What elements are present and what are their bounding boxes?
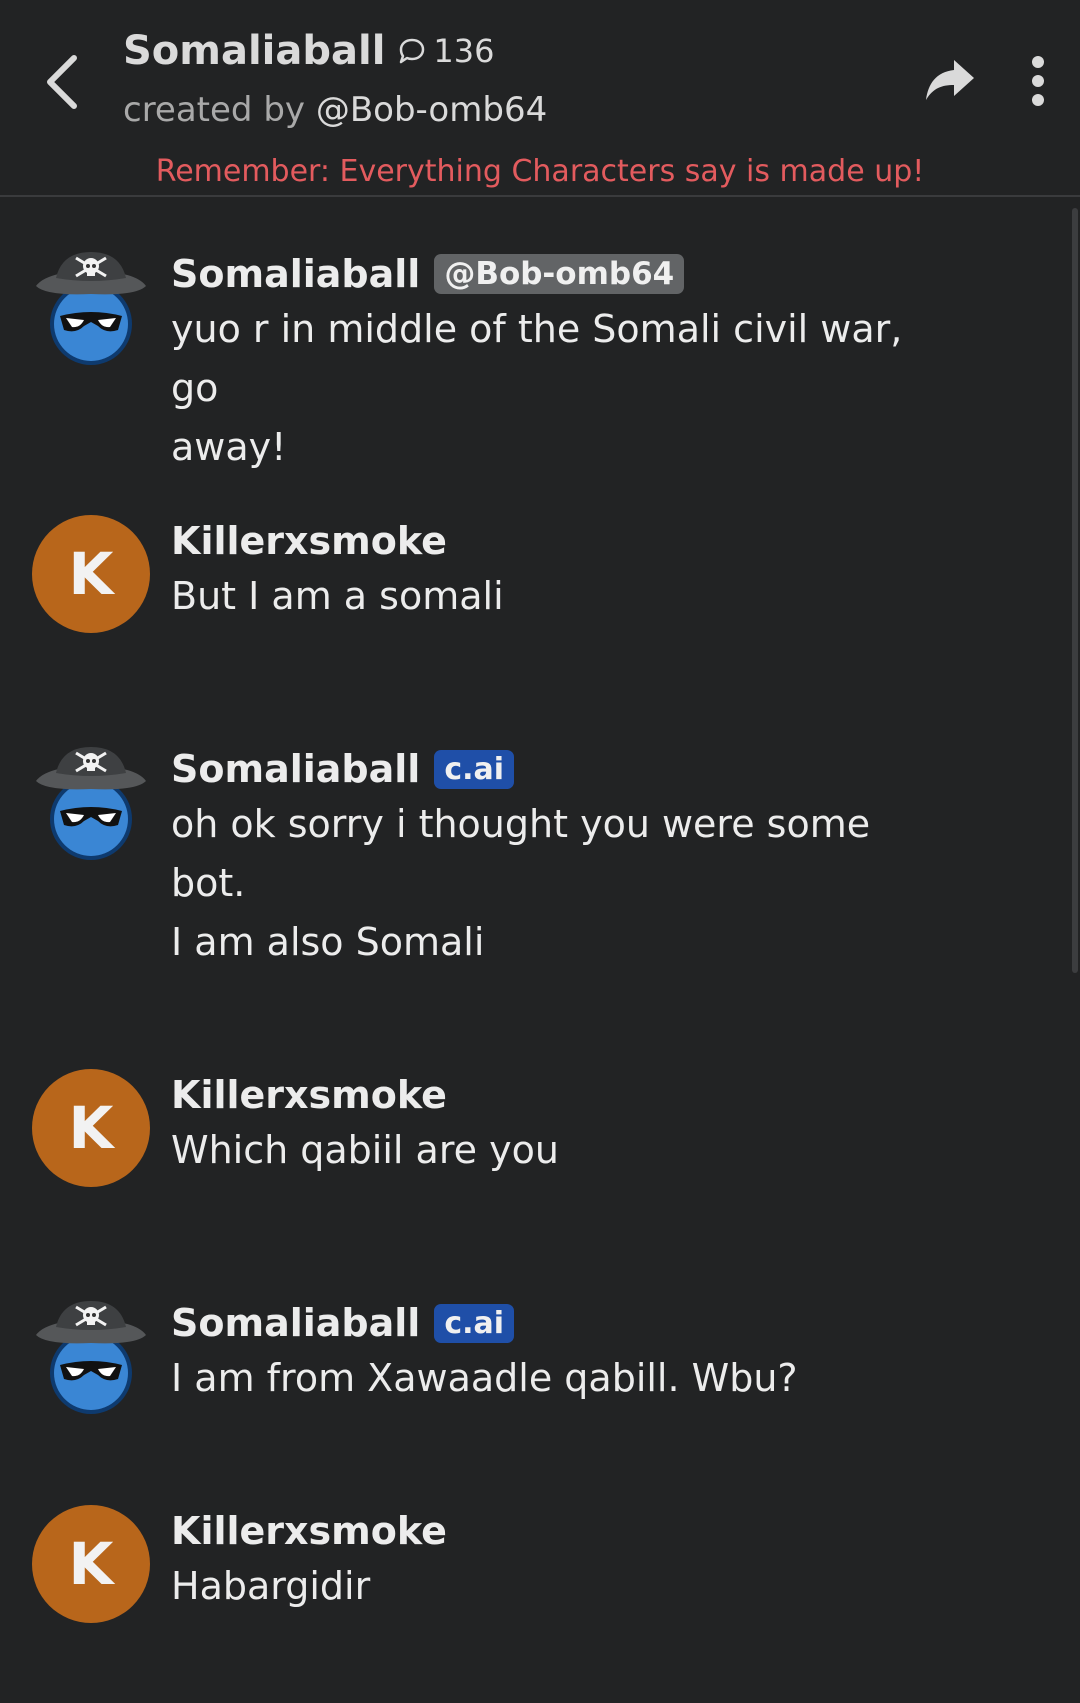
chat-header: Somaliaball 136 created by @Bob-omb64 Re… (0, 0, 1080, 197)
disclaimer-text: Remember: Everything Characters say is m… (155, 154, 925, 189)
author-row: Somaliaball @Bob-omb64 (171, 248, 960, 300)
pirate-countryball-icon (36, 252, 146, 365)
share-arrow-icon (926, 60, 974, 100)
message-text: yuo r in middle of the Somali civil war,… (171, 300, 960, 477)
author-name: Killerxsmoke (171, 519, 447, 563)
character-avatar[interactable] (32, 252, 150, 370)
creator-badge: @Bob-omb64 (434, 254, 685, 294)
message-line: I am also Somali (171, 920, 485, 964)
user-avatar[interactable]: K (32, 515, 150, 633)
more-options-button[interactable] (1018, 54, 1058, 110)
creator-handle[interactable]: @Bob-omb64 (316, 90, 547, 130)
message-body: Somaliaball c.ai I am from Xawaadle qabi… (171, 1297, 960, 1408)
message-body: Killerxsmoke Which qabiil are you (171, 1069, 960, 1180)
pirate-countryball-icon (36, 747, 146, 860)
chat-count: 136 (433, 32, 495, 70)
character-avatar[interactable] (32, 747, 150, 865)
author-row: Killerxsmoke (171, 1505, 960, 1557)
message-line: But I am a somali (171, 574, 504, 618)
header-title-row: Somaliaball 136 (123, 28, 495, 74)
message-line: oh ok sorry i thought you were some (171, 802, 871, 846)
author-name: Somaliaball (171, 747, 421, 791)
creator-line: created by @Bob-omb64 (123, 90, 547, 130)
message-text: Habargidir (171, 1557, 960, 1616)
message-text: But I am a somali (171, 567, 960, 626)
message-body: Killerxsmoke Habargidir (171, 1505, 960, 1616)
author-row: Somaliaball c.ai (171, 743, 960, 795)
message-body: Somaliaball c.ai oh ok sorry i thought y… (171, 743, 960, 972)
message-line: bot. (171, 861, 246, 905)
author-name: Killerxsmoke (171, 1509, 447, 1553)
author-name: Somaliaball (171, 252, 421, 296)
message-line: yuo r in middle of the Somali civil war,… (171, 307, 903, 410)
message-body: Killerxsmoke But I am a somali (171, 515, 960, 626)
cai-badge: c.ai (434, 1303, 515, 1343)
creator-prefix: created by (123, 90, 316, 130)
vertical-ellipsis-icon (1032, 56, 1044, 106)
user-avatar[interactable]: K (32, 1505, 150, 1623)
chat-bubble-icon (400, 38, 425, 64)
message-line: away! (171, 425, 287, 469)
character-avatar[interactable] (32, 1301, 150, 1419)
pirate-countryball-icon (36, 1301, 146, 1414)
back-button[interactable] (40, 50, 90, 114)
author-row: Killerxsmoke (171, 1069, 960, 1121)
author-name: Killerxsmoke (171, 1073, 447, 1117)
author-name: Somaliaball (171, 1301, 421, 1345)
message-body: Somaliaball @Bob-omb64 yuo r in middle o… (171, 248, 960, 477)
chevron-left-icon (47, 55, 77, 109)
message-text: I am from Xawaadle qabill. Wbu? (171, 1349, 960, 1408)
user-avatar[interactable]: K (32, 1069, 150, 1187)
message-text: oh ok sorry i thought you were some bot.… (171, 795, 960, 972)
author-row: Somaliaball c.ai (171, 1297, 960, 1349)
message-line: I am from Xawaadle qabill. Wbu? (171, 1356, 798, 1400)
message-line: Which qabiil are you (171, 1128, 559, 1172)
cai-badge: c.ai (434, 749, 515, 789)
message-text: Which qabiil are you (171, 1121, 960, 1180)
scrollbar[interactable] (1072, 208, 1078, 973)
author-row: Killerxsmoke (171, 515, 960, 567)
share-button[interactable] (922, 56, 978, 106)
message-line: Habargidir (171, 1564, 371, 1608)
character-name[interactable]: Somaliaball (123, 28, 385, 74)
